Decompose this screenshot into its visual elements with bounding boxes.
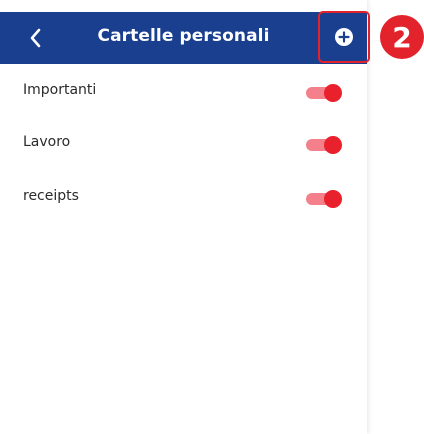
app-header: Cartelle personali xyxy=(0,12,367,64)
folder-label: receipts xyxy=(23,188,79,204)
folder-row: Lavoro xyxy=(0,124,367,164)
folder-label: Lavoro xyxy=(23,134,71,150)
add-button-highlight xyxy=(318,11,370,63)
toggle-knob xyxy=(324,84,342,102)
step-badge: 2 xyxy=(380,15,424,59)
folder-row: Importanti xyxy=(0,72,367,112)
phone-screen: Cartelle personali Importanti Lavoro rec… xyxy=(0,0,367,434)
folder-label: Importanti xyxy=(23,82,97,98)
toggle-knob xyxy=(324,190,342,208)
folder-toggle[interactable] xyxy=(306,190,342,208)
toggle-knob xyxy=(324,136,342,154)
folder-row: receipts xyxy=(0,178,367,218)
folder-toggle[interactable] xyxy=(306,84,342,102)
page-title: Cartelle personali xyxy=(97,26,270,46)
folder-toggle[interactable] xyxy=(306,136,342,154)
